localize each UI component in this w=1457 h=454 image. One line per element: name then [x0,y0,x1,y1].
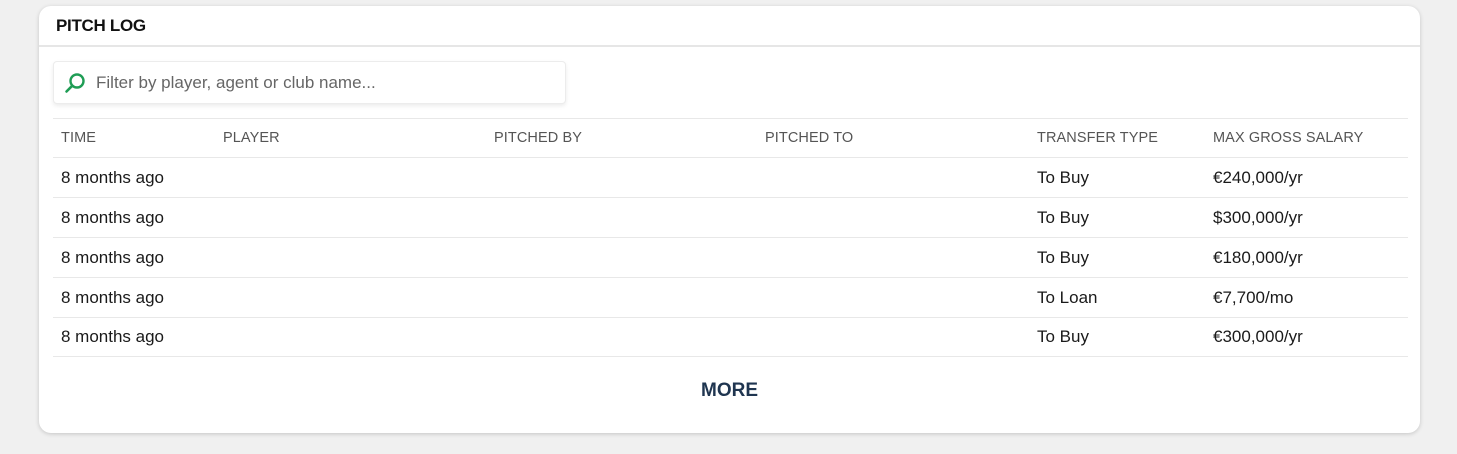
page-title: PITCH LOG [56,15,146,35]
transfer-type-cell: To Buy [1037,207,1089,227]
search-box[interactable] [53,61,566,104]
table-row[interactable]: 8 months ago To Buy $300,000/yr [53,197,1408,237]
salary-cell: €7,700/mo [1213,287,1294,307]
table-header-row: TIME PLAYER PITCHED BY PITCHED TO TRANSF… [53,118,1408,157]
time-cell: 8 months ago [61,207,165,227]
column-header-transfer-type[interactable]: TRANSFER TYPE [1037,130,1158,146]
pitch-log-card: PITCH LOG TIME PLAYER PITCHED BY PITCHED… [39,6,1420,433]
pitch-log-table: TIME PLAYER PITCHED BY PITCHED TO TRANSF… [53,118,1408,357]
search-icon [64,72,86,94]
column-header-pitched-to[interactable]: PITCHED TO [765,130,853,146]
search-input[interactable] [96,72,516,93]
transfer-type-cell: To Loan [1037,287,1098,307]
table-row[interactable]: 8 months ago To Loan €7,700/mo [53,277,1408,317]
time-cell: 8 months ago [61,327,165,346]
column-header-player[interactable]: PLAYER [223,130,280,146]
table-row[interactable]: 8 months ago To Buy €300,000/yr [53,317,1408,357]
salary-cell: €180,000/yr [1213,247,1303,267]
transfer-type-cell: To Buy [1037,167,1089,187]
transfer-type-cell: To Buy [1037,247,1089,267]
salary-cell: €300,000/yr [1213,327,1303,346]
time-cell: 8 months ago [61,167,165,187]
column-header-time[interactable]: TIME [61,130,96,146]
table-row[interactable]: 8 months ago To Buy €240,000/yr [53,157,1408,197]
time-cell: 8 months ago [61,247,165,267]
column-header-pitched-by[interactable]: PITCHED BY [494,130,582,146]
salary-cell: $300,000/yr [1213,207,1303,227]
salary-cell: €240,000/yr [1213,167,1303,187]
card-header: PITCH LOG [39,6,1420,47]
time-cell: 8 months ago [61,287,165,307]
transfer-type-cell: To Buy [1037,327,1089,346]
column-header-max-gross-salary[interactable]: MAX GROSS SALARY [1213,130,1363,146]
more-button[interactable]: MORE [39,380,1420,402]
table-row[interactable]: 8 months ago To Buy €180,000/yr [53,237,1408,277]
